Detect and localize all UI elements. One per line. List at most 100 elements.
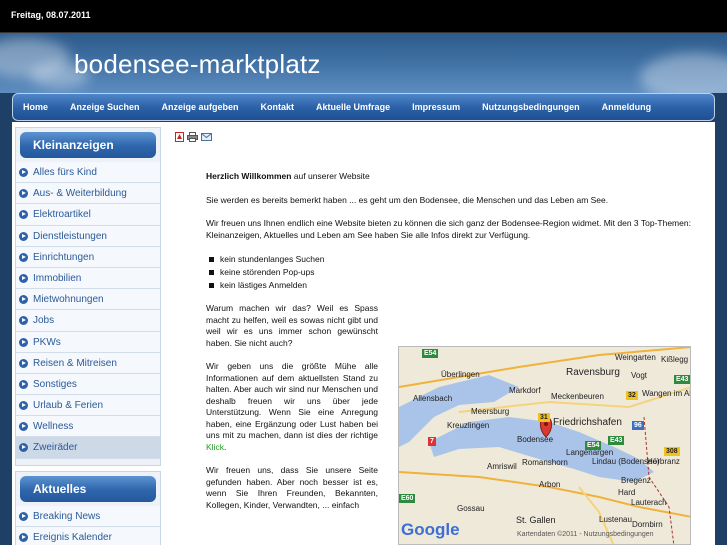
feature-item: kein lästiges Anmelden	[206, 279, 694, 292]
why-paragraph: Warum machen wir das? Weil es Spass mach…	[206, 303, 378, 348]
nav-nutzungsbedingungen[interactable]: Nutzungsbedingungen	[482, 102, 579, 112]
category-label: Dienstleistungen	[33, 230, 107, 242]
category-link[interactable]: Einrichtungen	[16, 246, 160, 268]
arrow-bullet-icon	[19, 231, 28, 241]
nav-impressum[interactable]: Impressum	[412, 102, 460, 112]
map-copyright[interactable]: Kartendaten ©2011 - Nutzungsbedingungen	[517, 531, 654, 538]
category-link[interactable]: Jobs	[16, 310, 160, 332]
road-shield: 96	[632, 421, 644, 430]
place-label: Bregenz	[621, 476, 651, 485]
place-label: Markdorf	[509, 386, 541, 395]
place-label: St. Gallen	[516, 515, 556, 525]
arrow-bullet-icon	[19, 443, 28, 453]
place-label: Kißlegg	[661, 355, 689, 364]
intro-paragraph: Sie werden es bereits bemerkt haben ... …	[206, 194, 609, 205]
support-end: .	[223, 441, 227, 452]
road-shield: E54	[585, 441, 602, 450]
place-label: Friedrichshafen	[553, 417, 622, 428]
print-icon[interactable]	[187, 132, 198, 142]
email-icon[interactable]	[201, 132, 212, 142]
mission-paragraph: Wir freuen uns Ihnen endlich eine Websit…	[206, 218, 691, 240]
site-title[interactable]: bodensee-marktplatz	[74, 49, 321, 80]
feature-item: keine störenden Pop-ups	[206, 266, 694, 279]
welcome-rest: auf unserer Website	[291, 171, 370, 181]
place-label: Weingarten	[615, 353, 656, 362]
category-link[interactable]: Wellness	[16, 416, 160, 438]
category-label: Zweiräder	[33, 442, 78, 454]
place-label: Überlingen	[441, 370, 480, 379]
klick-link[interactable]: Klick	[206, 442, 224, 452]
arrow-bullet-icon	[19, 379, 28, 389]
nav-anmeldung[interactable]: Anmeldung	[602, 102, 652, 112]
category-link[interactable]: Urlaub & Ferien	[16, 395, 160, 417]
google-logo: Google	[401, 520, 460, 540]
support-paragraph: Wir geben uns die größte Mühe alle Infor…	[206, 361, 378, 453]
road-shield: 7	[428, 437, 436, 446]
category-label: Mietwohnungen	[33, 294, 104, 306]
place-label: Lustenau	[599, 515, 632, 524]
place-label: Meckenbeuren	[551, 392, 604, 401]
category-link[interactable]: Mietwohnungen	[16, 289, 160, 311]
pdf-icon[interactable]	[175, 132, 184, 142]
category-label: Wellness	[33, 421, 74, 433]
place-label: Allensbach	[413, 394, 453, 403]
arrow-bullet-icon	[19, 358, 28, 368]
road-shield: 31	[538, 413, 550, 422]
place-label: Hörbranz	[647, 457, 680, 466]
nav-anzeige-aufgeben[interactable]: Anzeige aufgeben	[162, 102, 239, 112]
category-link[interactable]: Aus- & Weiterbildung	[16, 183, 160, 205]
news-link[interactable]: Breaking News	[16, 506, 160, 528]
category-link[interactable]: Immobilien	[16, 267, 160, 290]
category-link[interactable]: Dienstleistungen	[16, 225, 160, 247]
support-text: Wir geben uns die größte Mühe alle Infor…	[206, 361, 378, 440]
category-link[interactable]: Alles fürs Kind	[16, 162, 160, 184]
nav-anzeige-suchen[interactable]: Anzeige Suchen	[70, 102, 140, 112]
welcome-line: Herzlich Willkommen auf unserer Website	[206, 171, 694, 183]
place-label: Meersburg	[471, 407, 510, 416]
bodensee-map[interactable]: Weingarten Kißlegg Ravensburg Vogt Überl…	[398, 346, 691, 545]
place-label: Lauterach	[631, 498, 667, 507]
category-label: PKWs	[33, 336, 61, 348]
calendar-link[interactable]: Ereignis Kalender	[16, 527, 160, 545]
road-shield: E43	[674, 375, 690, 384]
welcome-bold: Herzlich Willkommen	[206, 171, 292, 181]
aktuelles-box: Aktuelles Breaking News Ereignis Kalende…	[15, 471, 161, 545]
place-label: Bodensee	[517, 435, 554, 444]
nav-aktuelle-umfrage[interactable]: Aktuelle Umfrage	[316, 102, 390, 112]
place-label: Vogt	[631, 371, 648, 380]
category-link[interactable]: Zweiräder	[16, 437, 160, 459]
category-label: Alles fürs Kind	[33, 167, 97, 178]
top-bar: Freitag, 08.07.2011	[0, 0, 727, 33]
arrow-bullet-icon	[19, 422, 28, 432]
category-link[interactable]: Reisen & Mitreisen	[16, 352, 160, 374]
nav-home[interactable]: Home	[23, 102, 48, 112]
road-shield: E54	[422, 349, 439, 358]
category-label: Elektroartikel	[33, 209, 91, 221]
arrow-bullet-icon	[19, 252, 28, 262]
place-label: Wangen im Allgäu	[642, 389, 690, 398]
kleinanzeigen-box: Kleinanzeigen Alles fürs Kind Aus- & Wei…	[15, 127, 161, 466]
category-link[interactable]: Elektroartikel	[16, 204, 160, 226]
current-date: Freitag, 08.07.2011	[11, 10, 91, 20]
kleinanzeigen-list: Alles fürs Kind Aus- & Weiterbildung Ele…	[16, 162, 160, 459]
category-label: Jobs	[33, 315, 55, 327]
arrow-bullet-icon	[19, 210, 28, 220]
arrow-bullet-icon	[19, 295, 28, 305]
arrow-bullet-icon	[19, 401, 28, 411]
place-label: Romanshorn	[522, 458, 568, 467]
feature-item: kein stundenlanges Suchen	[206, 253, 694, 266]
nav-kontakt[interactable]: Kontakt	[261, 102, 295, 112]
category-link[interactable]: PKWs	[16, 331, 160, 353]
category-link[interactable]: Sonstiges	[16, 373, 160, 396]
aktuelles-list: Breaking News Ereignis Kalender	[16, 506, 160, 545]
arrow-bullet-icon	[19, 533, 28, 543]
arrow-bullet-icon	[19, 337, 28, 347]
category-label: Immobilien	[33, 272, 82, 284]
category-label: Reisen & Mitreisen	[33, 357, 117, 369]
kleinanzeigen-heading: Kleinanzeigen	[20, 132, 156, 158]
arrow-bullet-icon	[19, 316, 28, 326]
site-header: bodensee-marktplatz	[0, 33, 727, 93]
google-brand: Google	[401, 520, 460, 539]
share-paragraph: Wir freuen uns, dass Sie unsere Seite ge…	[206, 465, 378, 510]
main-navigation: Home Anzeige Suchen Anzeige aufgeben Kon…	[12, 93, 715, 121]
